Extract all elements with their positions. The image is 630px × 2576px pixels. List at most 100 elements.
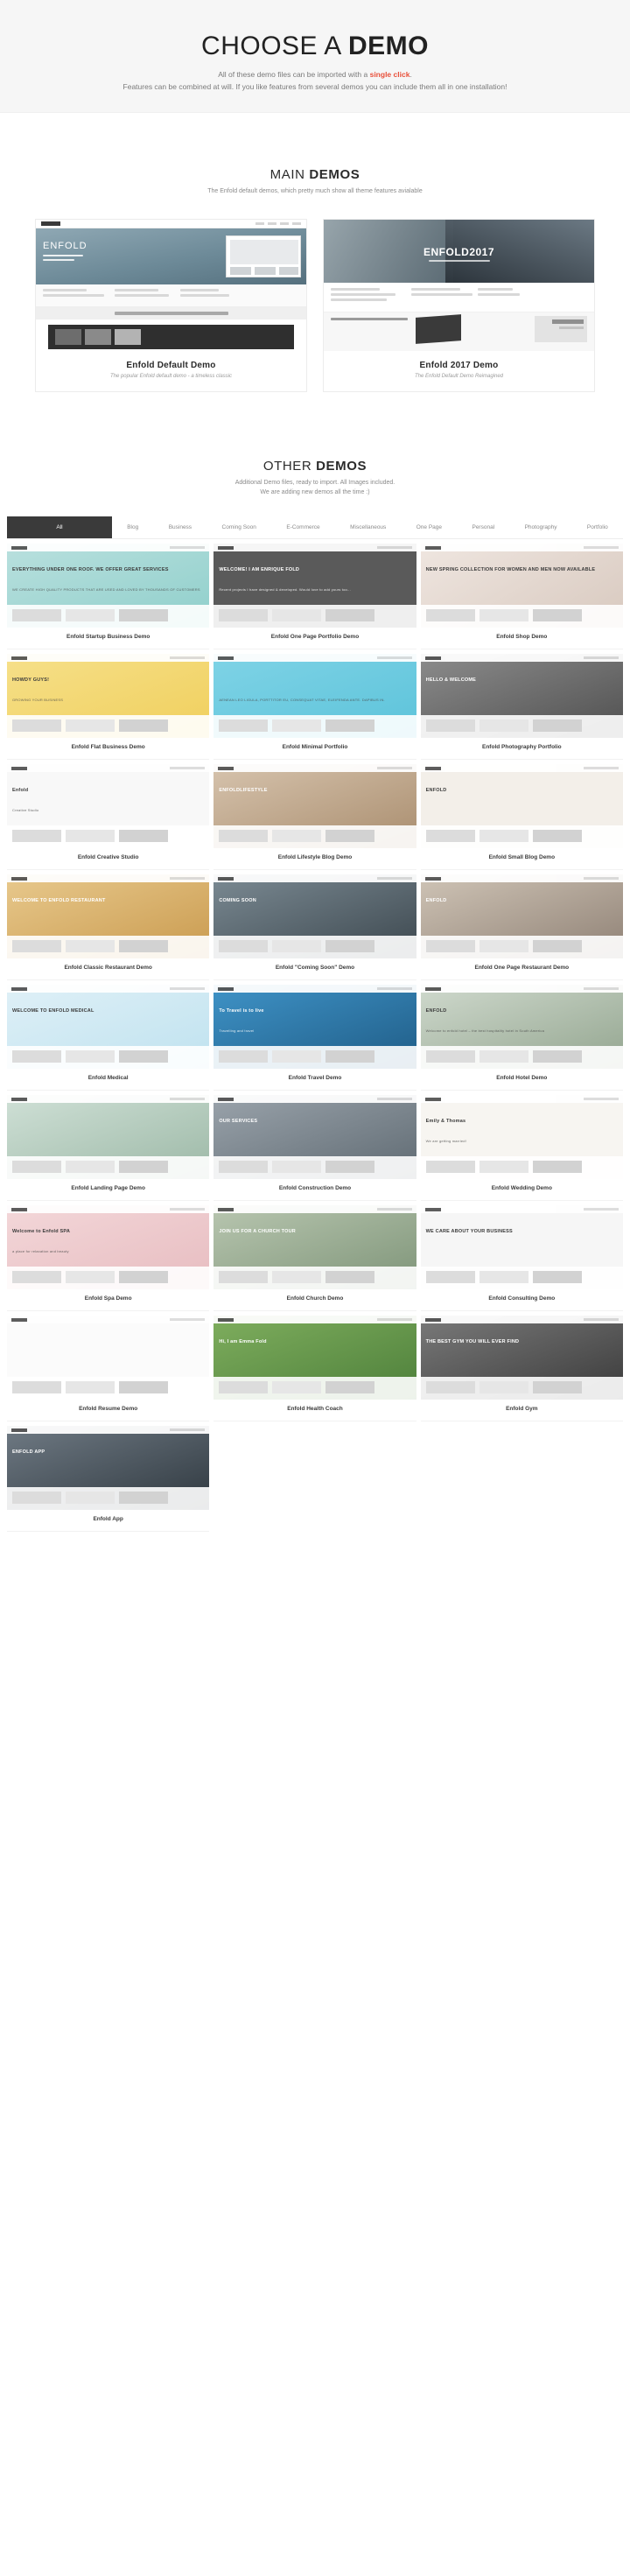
demo-thumb-logo [218, 545, 234, 550]
demo-card-title: Enfold One Page Portfolio Demo [214, 628, 416, 650]
mock-nav [256, 221, 301, 225]
demo-thumb-nav [170, 987, 206, 991]
demo-thumb-content-blocks [420, 936, 623, 959]
demo-card[interactable]: THE BEST GYM YOU WILL EVER FIND Enfold Gy… [420, 1316, 623, 1422]
demo-card-title: Enfold Church Demo [214, 1289, 416, 1312]
demo-thumb-topbar [214, 544, 416, 552]
demo-card[interactable]: HELLO & WELCOME Enfold Photography Portfo… [420, 654, 623, 761]
demo-thumb-nav [170, 877, 206, 881]
demo-thumb-headline: ENFOLDLIFESTYLE [219, 788, 268, 794]
demo-thumb-topbar [7, 654, 210, 663]
demo-card[interactable]: WELCOME TO ENFOLD MEDICAL Enfold Medical [7, 985, 210, 1091]
demo-card-title: Enfold Health Coach [214, 1400, 416, 1422]
other-demos-subtitle: Additional Demo files, ready to import. … [0, 478, 630, 497]
demo-card[interactable]: ENFOLDLIFESTYLE Enfold Lifestyle Blog Dem… [214, 764, 416, 871]
demo-card[interactable]: HOWDY GUYS! GROWING YOUR BUSINESS Enfold F… [7, 654, 210, 761]
demo-thumb-headline: ENFOLD [425, 1008, 447, 1014]
demo-thumb-content-blocks [420, 1267, 623, 1290]
demo-thumb-subtext: Travelling and travel [219, 1028, 255, 1034]
demo-filter-photography[interactable]: Photography [509, 516, 571, 538]
demo-thumb-nav [583, 767, 619, 770]
demo-card-title: Enfold Classic Restaurant Demo [7, 958, 210, 981]
hero-section: CHOOSE A DEMO All of these demo files ca… [0, 0, 630, 113]
demo-card[interactable]: JOIN US FOR A CHURCH TOUR Enfold Church D… [214, 1205, 416, 1312]
demo-thumb-logo [11, 876, 27, 881]
demo-card[interactable]: Welcome to Enfold SPA a place for relaxat… [7, 1205, 210, 1312]
demo-card[interactable]: COMING SOON Enfold "Coming Soon" Demo [214, 874, 416, 981]
demo-thumb-logo [11, 1428, 27, 1432]
demo-card-title: Enfold Construction Demo [214, 1179, 416, 1202]
demo-thumb-content-blocks [7, 1046, 210, 1070]
demo-card[interactable]: NEW SPRING COLLECTION FOR WOMEN AND MEN … [420, 544, 623, 650]
demo-filter-portfolio[interactable]: Portfolio [572, 516, 623, 538]
main-demo-card-default[interactable]: ENFOLD Enfold Default Demo The popular E… [35, 218, 307, 392]
main-demos-title: MAIN DEMOS [0, 167, 630, 182]
demo-thumbnail: ENFOLD APP [7, 1426, 210, 1511]
demo-thumb-logo [11, 545, 27, 550]
demo-card[interactable]: OUR SERVICES Enfold Construction Demo [214, 1095, 416, 1202]
demo-thumb-nav [583, 1318, 619, 1322]
demo-thumb-subtext: a place for relaxation and beauty [12, 1249, 69, 1254]
demo-card[interactable]: To Travel is to live Travelling and trave… [214, 985, 416, 1091]
main-demo-thumbnail-default: ENFOLD [36, 219, 306, 351]
demo-thumb-subtext: We are getting married! [425, 1139, 466, 1144]
main-demo-band-default [36, 306, 306, 319]
main-demos-subtitle: The Enfold default demos, which pretty m… [207, 187, 423, 194]
demo-card[interactable]: ENFOLD APP Enfold App [7, 1426, 210, 1533]
demo-filter-all[interactable]: All [7, 516, 112, 539]
demo-thumb-content-blocks [420, 605, 623, 628]
demo-thumb-nav [170, 1098, 206, 1101]
other-demos-subtitle-line-1: Additional Demo files, ready to import. … [234, 479, 396, 486]
demo-thumb-nav [376, 767, 412, 770]
demo-thumb-topbar [7, 1316, 210, 1324]
demo-card[interactable]: ENFOLD Enfold Small Blog Demo [420, 764, 623, 871]
demo-thumbnail [7, 1316, 210, 1400]
demo-thumb-nav [583, 1098, 619, 1101]
demo-thumb-logo [424, 1097, 441, 1101]
demo-card-title: Enfold App [7, 1510, 210, 1533]
demo-card[interactable]: WELCOME! I AM ENRIQUE FOLD Recent project… [214, 544, 416, 650]
demo-card[interactable]: Enfold Creative Studio Enfold Creative Stu… [7, 764, 210, 871]
main-demos-grid: ENFOLD Enfold Default Demo The popular E… [0, 196, 630, 392]
demo-card-title: Enfold One Page Restaurant Demo [420, 958, 623, 981]
demo-card[interactable]: EVERYTHING UNDER ONE ROOF. WE OFFER GREA… [7, 544, 210, 650]
demo-thumb-logo [218, 1097, 234, 1101]
demo-filter-blog[interactable]: Blog [112, 516, 153, 538]
demo-card[interactable]: Enfold Landing Page Demo [7, 1095, 210, 1202]
demo-card-title: Enfold Gym [420, 1400, 623, 1422]
demo-card-title: Enfold Travel Demo [214, 1069, 416, 1091]
demo-filter-coming-soon[interactable]: Coming Soon [206, 516, 271, 538]
demo-card-title: Enfold Shop Demo [420, 628, 623, 650]
demo-filter-one-page[interactable]: One Page [402, 516, 458, 538]
demo-card[interactable]: Hi, I am Emma Fold Enfold Health Coach [214, 1316, 416, 1422]
demo-thumb-headline: WELCOME TO ENFOLD MEDICAL [12, 1008, 94, 1014]
demo-card[interactable]: ENFOLD Welcome to enfold hotel – the best… [420, 985, 623, 1091]
demo-thumb-headline: WELCOME TO ENFOLD RESTAURANT [12, 898, 106, 904]
demo-filter-business[interactable]: Business [153, 516, 206, 538]
hero-sub-text-a: All of these demo files can be imported … [218, 69, 370, 79]
demo-thumb-logo [218, 986, 234, 991]
demo-card[interactable]: WE CARE ABOUT YOUR BUSINESS Enfold Consul… [420, 1205, 623, 1312]
demo-card[interactable]: ENFOLD Enfold One Page Restaurant Demo [420, 874, 623, 981]
demo-thumbnail: ENFOLDLIFESTYLE [214, 764, 416, 849]
demo-filter-miscellaneous[interactable]: Miscellaneous [335, 516, 402, 538]
demo-thumb-topbar [420, 544, 623, 552]
demo-thumb-nav [170, 1318, 206, 1322]
demo-filter-bar[interactable]: All Blog Business Coming Soon E-Commerce Misc… [7, 516, 623, 540]
demo-card[interactable]: Emily & Thomas We are getting married! Enf… [420, 1095, 623, 1202]
demo-card-title: Enfold Startup Business Demo [7, 628, 210, 650]
demo-card[interactable]: AENEAN LEO LIGULA, PORTTITOR EU, CONSEQU… [214, 654, 416, 761]
demo-card[interactable]: WELCOME TO ENFOLD RESTAURANT Enfold Class… [7, 874, 210, 981]
demo-thumb-topbar [7, 985, 210, 993]
other-demos-header: OTHER DEMOS Additional Demo files, ready… [0, 459, 630, 497]
demo-filter-personal[interactable]: Personal [457, 516, 509, 538]
demo-thumb-nav [583, 987, 619, 991]
demo-filter-e-commerce[interactable]: E-Commerce [271, 516, 335, 538]
demo-thumb-content-blocks [214, 605, 416, 628]
demo-thumb-nav [376, 1318, 412, 1322]
demo-card[interactable]: Enfold Resume Demo [7, 1316, 210, 1422]
demo-thumb-headline: THE BEST GYM YOU WILL EVER FIND [425, 1339, 520, 1345]
demo-thumb-topbar [214, 1205, 416, 1214]
main-demo-card-2017[interactable]: ENFOLD2017 Enfold 2017 Demo The Enfold D… [323, 218, 595, 392]
demo-thumb-headline: ENFOLD [425, 788, 447, 794]
